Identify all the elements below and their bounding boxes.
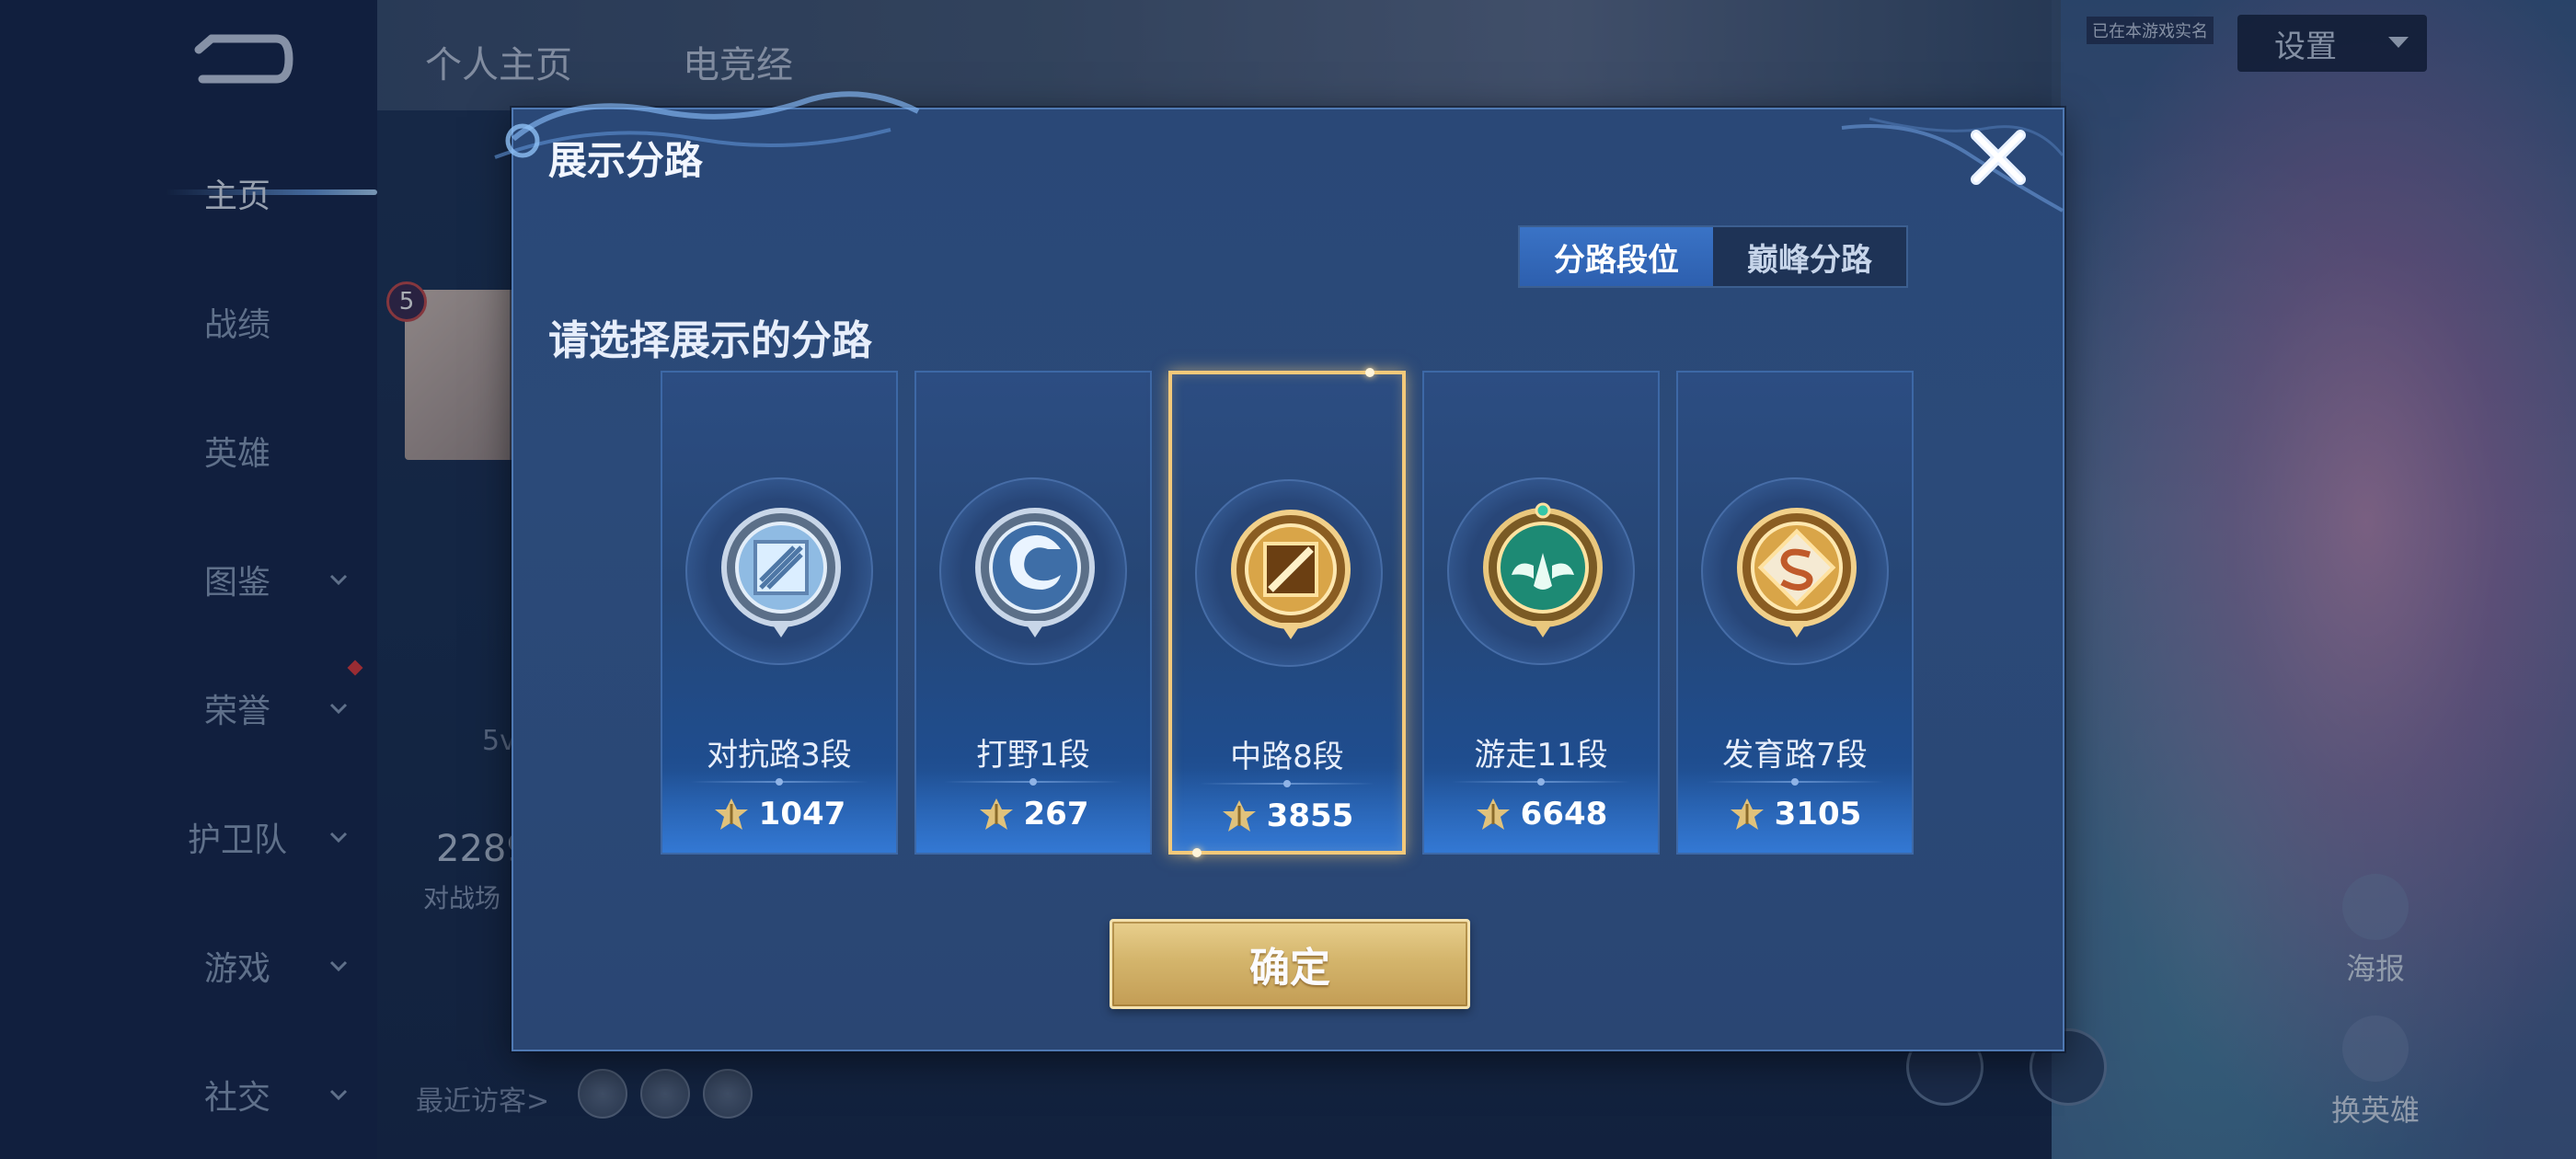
lane-card-list: 对抗路3段 1047 打野1段 267 中路8段 3855 游走11段 6648… — [661, 368, 1921, 857]
divider — [1706, 778, 1884, 786]
lane-name: 中路8段 — [1230, 739, 1344, 775]
lane-score: 1047 — [662, 796, 896, 832]
divider — [1452, 778, 1630, 786]
lane-score-value: 6648 — [1520, 796, 1608, 832]
jungle-badge-icon — [975, 508, 1095, 637]
lane-score: 6648 — [1424, 796, 1658, 832]
close-icon[interactable] — [1963, 122, 2033, 192]
lane-card-roam[interactable]: 游走11段 6648 — [1422, 371, 1660, 855]
lane-card-mid[interactable]: 中路8段 3855 — [1168, 368, 1406, 857]
divider — [1200, 780, 1374, 787]
lane-name: 游走11段 — [1474, 737, 1608, 774]
lane-mode-tabs: 分路段位 巅峰分路 — [1518, 225, 1908, 288]
lane-score: 267 — [916, 796, 1150, 832]
lane-card-jungle[interactable]: 打野1段 267 — [914, 371, 1152, 855]
mid-lane-badge-icon — [1231, 510, 1351, 639]
selection-corner-dot — [1365, 368, 1374, 377]
selection-corner-dot — [1192, 848, 1202, 857]
dialog-title: 展示分路 — [548, 138, 704, 183]
score-icon — [714, 798, 748, 830]
lane-score: 3855 — [1172, 798, 1402, 834]
farm-lane-badge-icon — [1737, 508, 1857, 637]
score-icon — [1476, 798, 1510, 830]
roam-badge-icon — [1483, 502, 1603, 637]
confirm-label: 确定 — [1249, 945, 1330, 992]
cloud-ornament-icon — [1841, 117, 2064, 212]
lane-score-value: 267 — [1023, 796, 1089, 832]
lane-score-value: 3105 — [1774, 796, 1862, 832]
score-icon — [1730, 798, 1764, 830]
lane-name: 打野1段 — [976, 737, 1090, 774]
divider — [944, 778, 1122, 786]
lane-score-value: 3855 — [1266, 798, 1354, 834]
tab-lane-rank[interactable]: 分路段位 — [1520, 227, 1713, 286]
lane-score-value: 1047 — [758, 796, 846, 832]
lane-card-clash[interactable]: 对抗路3段 1047 — [661, 371, 898, 855]
score-icon — [979, 798, 1013, 830]
score-icon — [1222, 800, 1256, 832]
divider — [690, 778, 868, 786]
tab-peak-lane[interactable]: 巅峰分路 — [1713, 227, 1906, 286]
selection-prompt: 请选择展示的分路 — [548, 317, 872, 364]
clash-lane-badge-icon — [721, 508, 841, 637]
lane-score: 3105 — [1678, 796, 1912, 832]
lane-name: 对抗路3段 — [707, 737, 852, 774]
confirm-button[interactable]: 确定 — [1110, 919, 1470, 1009]
lane-name: 发育路7段 — [1722, 737, 1868, 774]
lane-card-farm[interactable]: 发育路7段 3105 — [1676, 371, 1914, 855]
lane-display-dialog: 展示分路 分路段位 巅峰分路 请选择展示的分路 对抗路3段 1047 打野1段 … — [494, 91, 2064, 1051]
